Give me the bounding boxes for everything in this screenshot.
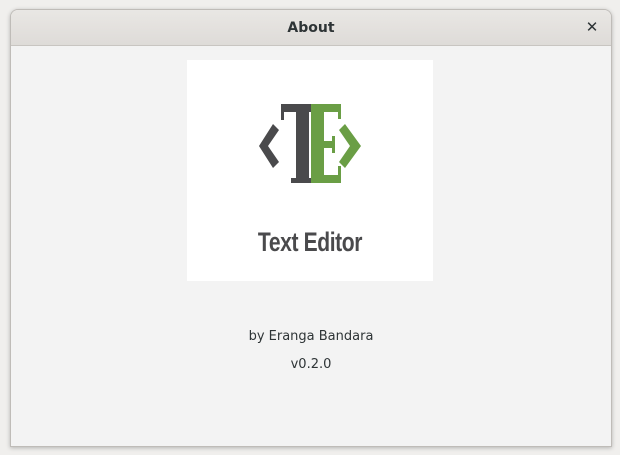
dialog-content: Text Editor by Eranga Bandara v0.2.0 <box>11 46 611 446</box>
close-button[interactable]: ✕ <box>581 16 603 38</box>
app-logo: Text Editor <box>187 60 433 281</box>
right-chevron-icon <box>339 124 361 168</box>
logo-e-glyph <box>311 104 341 183</box>
left-chevron-icon <box>259 124 279 168</box>
logo-t-glyph <box>281 104 315 183</box>
close-icon[interactable]: ✕ <box>586 18 599 36</box>
dialog-title: About <box>287 19 335 36</box>
author-label: by Eranga Bandara <box>248 329 374 344</box>
version-label: v0.2.0 <box>290 357 332 372</box>
title-bar: About ✕ <box>11 10 611 46</box>
logo-app-name: Text Editor <box>257 227 363 257</box>
about-dialog: About ✕ Text Editor by Eranga Bandara v0… <box>10 9 612 447</box>
